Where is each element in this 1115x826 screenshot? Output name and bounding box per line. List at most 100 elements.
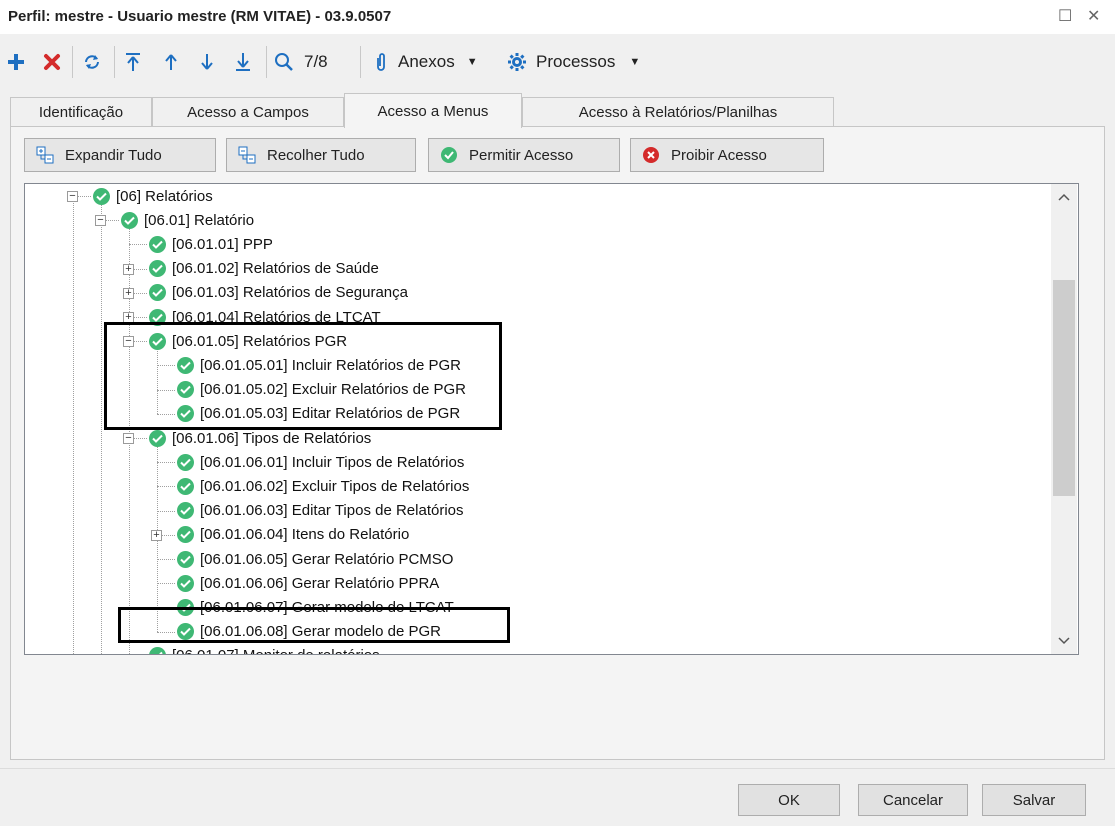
scroll-up-arrow[interactable]: [1051, 186, 1077, 208]
tree-item[interactable]: [06.01.05.02] Excluir Relatórios de PGR: [177, 378, 466, 402]
tree-connector-line: [157, 462, 175, 464]
check-circle-icon: [177, 356, 194, 374]
first-arrow-icon: [126, 53, 140, 71]
check-circle-icon: [149, 284, 166, 302]
tree-expand-icon[interactable]: +: [123, 312, 134, 323]
tree-item[interactable]: [06.01.07] Monitor de relatórios: [149, 644, 380, 654]
check-circle-icon: [149, 332, 166, 350]
tree-connector-line: [157, 365, 175, 367]
tree-item[interactable]: [06.01] Relatório: [121, 208, 254, 232]
tree-item[interactable]: [06.01.02] Relatórios de Saúde: [149, 257, 379, 281]
menu-tree[interactable]: − [06] Relatórios − [06.01] Relatório [06.01…: [24, 183, 1079, 655]
processes-menu[interactable]: Processos ▼: [508, 48, 654, 76]
check-circle-icon: [177, 405, 194, 423]
maximize-button[interactable]: ☐: [1058, 6, 1072, 26]
expand-tree-icon: [35, 145, 55, 165]
tree-item[interactable]: [06.01.06.04] Itens do Relatório: [177, 523, 409, 547]
tree-expand-icon[interactable]: +: [123, 263, 134, 275]
tree-item[interactable]: [06.01.06.01] Incluir Tipos de Relatório…: [177, 450, 464, 474]
ok-button[interactable]: OK: [738, 784, 840, 816]
scroll-down-arrow[interactable]: [1051, 630, 1077, 652]
refresh-icon: [85, 55, 99, 69]
add-button[interactable]: [4, 48, 28, 76]
tree-item[interactable]: [06.01.05.01] Incluir Relatórios de PGR: [177, 353, 461, 377]
check-circle-icon: [93, 187, 110, 205]
tree-item-label: [06] Relatórios: [116, 187, 213, 205]
tree-item[interactable]: [06.01.04] Relatórios de LTCAT: [149, 305, 381, 329]
record-counter: 7/8: [304, 52, 328, 71]
deny-access-button[interactable]: Proibir Acesso: [630, 138, 824, 172]
close-button[interactable]: ✕: [1087, 6, 1100, 26]
tree-item[interactable]: [06.01.06.03] Editar Tipos de Relatórios: [177, 499, 464, 523]
check-circle-icon: [439, 145, 459, 165]
collapse-tree-icon: [237, 145, 257, 165]
tree-item[interactable]: [06.01.06.07] Gerar modelo de LTCAT: [177, 595, 454, 619]
tree-collapse-icon[interactable]: −: [123, 433, 134, 444]
toolbar-separator: [114, 46, 115, 78]
toolbar-separator: [72, 46, 73, 78]
last-record-button[interactable]: [232, 48, 254, 76]
tab-acesso-relatorios[interactable]: Acesso à Relatórios/Planilhas: [522, 97, 834, 127]
first-record-button[interactable]: [122, 48, 144, 76]
tree-item-label: [06.01.06.02] Excluir Tipos de Relatório…: [200, 477, 470, 495]
next-record-button[interactable]: [196, 48, 218, 76]
deny-circle-icon: [641, 145, 661, 165]
tree-item[interactable]: [06.01.06.06] Gerar Relatório PPRA: [177, 571, 439, 595]
tree-expand-icon[interactable]: +: [123, 287, 134, 299]
tree-item[interactable]: [06.01.06.02] Excluir Tipos de Relatório…: [177, 474, 469, 498]
tree-collapse-icon[interactable]: −: [67, 191, 78, 202]
tree-item-label: [06.01.06.04] Itens do Relatório: [200, 526, 410, 544]
go-to-record-button[interactable]: 7/8: [274, 48, 342, 76]
tree-connector-line: [157, 486, 175, 488]
tree-scrollbar[interactable]: [1051, 184, 1077, 654]
tree-item[interactable]: [06.01.03] Relatórios de Segurança: [149, 281, 408, 305]
tree-collapse-icon[interactable]: −: [95, 215, 106, 227]
gear-icon: [508, 53, 526, 71]
tree-item-label: [06.01.06.07] Gerar modelo de LTCAT: [200, 598, 454, 616]
tree-item-label: [06.01.06.06] Gerar Relatório PPRA: [200, 574, 440, 592]
tree-item-label: [06.01.06.08] Gerar modelo de PGR: [200, 623, 441, 641]
tree-item[interactable]: [06] Relatórios: [93, 184, 213, 208]
tree-connector-line: [101, 198, 102, 654]
footer-divider: [0, 768, 1115, 769]
tree-item[interactable]: [06.01.06] Tipos de Relatórios: [149, 426, 371, 450]
tree-connector-line: [157, 413, 175, 415]
previous-record-button[interactable]: [160, 48, 182, 76]
collapse-all-button[interactable]: Recolher Tudo: [226, 138, 416, 172]
paperclip-icon: [377, 53, 385, 71]
tab-acesso-menus[interactable]: Acesso a Menus: [344, 93, 522, 128]
attachments-menu[interactable]: Anexos ▼: [374, 48, 496, 76]
tree-expand-icon[interactable]: +: [151, 529, 162, 541]
scroll-thumb[interactable]: [1053, 280, 1075, 496]
collapse-all-label: Recolher Tudo: [267, 146, 365, 164]
tree-item-label: [06.01.07] Monitor de relatórios: [172, 647, 380, 654]
tab-acesso-campos[interactable]: Acesso a Campos: [152, 97, 344, 127]
processes-label: Processos: [536, 52, 616, 71]
tree-connector-line: [73, 198, 74, 654]
allow-access-button[interactable]: Permitir Acesso: [428, 138, 620, 172]
tree-item[interactable]: [06.01.05] Relatórios PGR: [149, 329, 347, 353]
search-icon: [275, 53, 293, 71]
tree-connector-line: [157, 631, 175, 633]
check-circle-icon: [177, 623, 194, 641]
delete-button[interactable]: [40, 48, 64, 76]
down-arrow-icon: [201, 54, 213, 70]
check-circle-icon: [177, 526, 194, 544]
save-button[interactable]: Salvar: [982, 784, 1086, 816]
tab-identificacao[interactable]: Identificação: [10, 97, 152, 127]
tree-item[interactable]: [06.01.06.08] Gerar modelo de PGR: [177, 620, 441, 644]
last-arrow-icon: [236, 53, 250, 71]
tree-item[interactable]: [06.01.01] PPP: [149, 232, 273, 256]
refresh-button[interactable]: [80, 48, 104, 76]
expand-all-button[interactable]: Expandir Tudo: [24, 138, 216, 172]
cancel-button[interactable]: Cancelar: [858, 784, 968, 816]
plus-icon: [8, 54, 24, 70]
check-circle-icon: [177, 598, 194, 616]
tree-collapse-icon[interactable]: −: [123, 336, 134, 348]
attachments-label: Anexos: [398, 52, 455, 71]
tree-item-label: [06.01.05.03] Editar Relatórios de PGR: [200, 405, 461, 423]
check-circle-icon: [177, 574, 194, 592]
tree-item[interactable]: [06.01.06.05] Gerar Relatório PCMSO: [177, 547, 453, 571]
tree-item[interactable]: [06.01.05.03] Editar Relatórios de PGR: [177, 402, 460, 426]
check-circle-icon: [149, 429, 166, 447]
